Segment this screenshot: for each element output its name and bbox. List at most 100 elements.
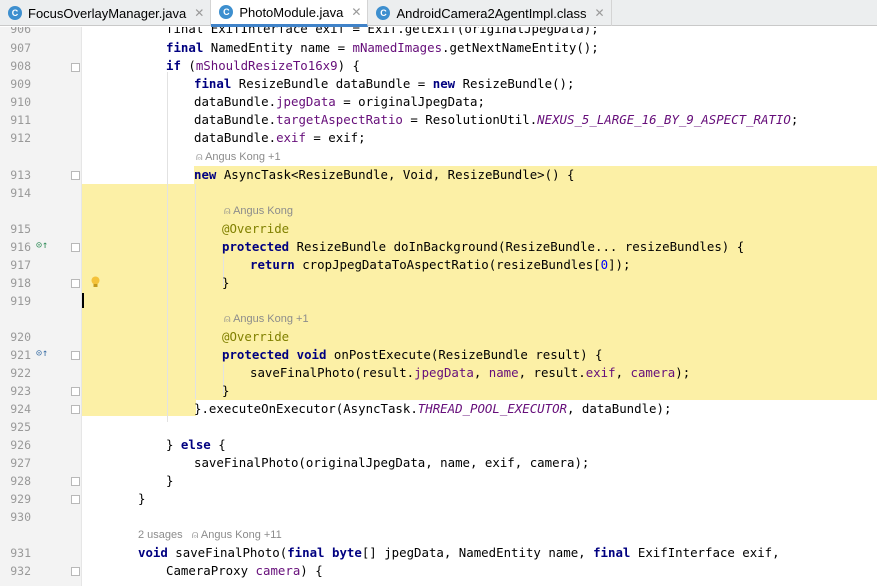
line-number[interactable]: 930 <box>0 508 31 526</box>
code-token: camera <box>630 365 676 380</box>
line-number[interactable]: 932 <box>0 562 31 580</box>
code-editor[interactable]: ⍝ Angus Kong +1 ⍝ Angus Kong ⍝ Angus Kon… <box>0 27 877 586</box>
code-line[interactable]: 916 protected ResizeBundle doInBackground… <box>0 238 877 256</box>
code-line[interactable]: 912 dataBundle.exif = exif; <box>0 129 877 147</box>
line-number[interactable]: 926 <box>0 436 31 454</box>
code-token: AsyncTask<ResizeBundle, Void, ResizeBund… <box>216 167 575 182</box>
code-line[interactable]: 924 }.executeOnExecutor(AsyncTask.THREAD_… <box>0 400 877 418</box>
code-line[interactable]: 930 <box>0 508 877 526</box>
author-hint[interactable]: ⍝ Angus Kong <box>224 202 293 220</box>
close-icon[interactable]: ✕ <box>194 6 204 20</box>
code-token: final <box>194 76 232 91</box>
author-hint[interactable]: ⍝ Angus Kong +1 <box>224 310 309 328</box>
code-line[interactable]: 929} <box>0 490 877 508</box>
line-number[interactable]: 912 <box>0 129 31 147</box>
author-hint[interactable]: ⍝ Angus Kong +1 <box>196 148 281 166</box>
author-hint-text: Angus Kong +1 <box>233 313 309 325</box>
code-line[interactable]: 927 saveFinalPhoto(originalJpegData, name… <box>0 454 877 472</box>
line-number[interactable]: 921 <box>0 346 31 364</box>
code-token: ResizeBundle doInBackground(ResizeBundle… <box>289 239 745 254</box>
line-number[interactable]: 929 <box>0 490 31 508</box>
line-number[interactable]: 907 <box>0 39 31 57</box>
code-token: ]); <box>608 257 631 272</box>
tab-focus-overlay-manager[interactable]: C FocusOverlayManager.java ✕ <box>0 0 212 26</box>
code-line[interactable]: 926} else { <box>0 436 877 454</box>
line-number[interactable]: 931 <box>0 544 31 562</box>
line-number[interactable]: 910 <box>0 93 31 111</box>
code-line[interactable]: 906 final ExifInterface exif = Exif.getEx… <box>0 27 877 38</box>
line-number[interactable]: 906 <box>0 27 31 38</box>
code-line[interactable]: 921 protected void onPostExecute(ResizeBu… <box>0 346 877 364</box>
line-number[interactable]: 916 <box>0 238 31 256</box>
code-text: protected ResizeBundle doInBackground(Re… <box>222 238 744 256</box>
code-line[interactable]: 920 @Override <box>0 328 877 346</box>
code-line[interactable]: 917 return cropJpegDataToAspectRatio(resi… <box>0 256 877 274</box>
line-number[interactable]: 909 <box>0 75 31 93</box>
line-number[interactable]: 914 <box>0 184 31 202</box>
code-token: jpegData <box>276 94 336 109</box>
code-token: [] jpegData, NamedEntity name, <box>361 545 594 560</box>
code-token: else <box>180 437 211 452</box>
code-line[interactable]: 918} <box>0 274 877 292</box>
code-line[interactable]: 913 new AsyncTask<ResizeBundle, Void, Res… <box>0 166 877 184</box>
code-text: final ResizeBundle dataBundle = new Resi… <box>194 75 574 93</box>
code-token: void <box>138 545 168 560</box>
code-token: void <box>296 347 327 362</box>
usages-hint[interactable]: 2 usages ⍝ Angus Kong +11 <box>138 526 282 544</box>
line-number[interactable]: 924 <box>0 400 31 418</box>
code-line[interactable]: 911 dataBundle.targetAspectRatio = Resolu… <box>0 111 877 129</box>
line-number[interactable]: 917 <box>0 256 31 274</box>
close-icon[interactable]: ✕ <box>351 5 361 19</box>
code-line[interactable]: 925 <box>0 418 877 436</box>
code-text: @Override <box>222 220 289 238</box>
code-text: if (mShouldResizeTo16x9) { <box>166 57 360 75</box>
line-number[interactable]: 920 <box>0 328 31 346</box>
code-token: final <box>593 545 631 560</box>
code-text: new AsyncTask<ResizeBundle, Void, Resize… <box>194 166 574 184</box>
code-token: new <box>432 76 456 91</box>
line-number[interactable]: 928 <box>0 472 31 490</box>
tab-label: FocusOverlayManager.java <box>28 5 187 21</box>
line-number[interactable]: 915 <box>0 220 31 238</box>
code-token: onPostExecute(ResizeBundle result) { <box>326 347 603 362</box>
code-line[interactable]: 923} <box>0 382 877 400</box>
code-token: ResizeBundle(); <box>455 76 575 91</box>
code-line[interactable]: 908 if (mShouldResizeTo16x9) { <box>0 57 877 75</box>
line-number[interactable]: 927 <box>0 454 31 472</box>
code-line[interactable]: 914 <box>0 184 877 202</box>
code-line[interactable]: 915 @Override <box>0 220 877 238</box>
code-text: saveFinalPhoto(result.jpegData, name, re… <box>250 364 690 382</box>
line-number[interactable]: 922 <box>0 364 31 382</box>
user-icon: ⍝ <box>224 205 234 217</box>
code-text: dataBundle.exif = exif; <box>194 129 366 147</box>
code-text: final ExifInterface exif = Exif.getExif(… <box>166 27 599 36</box>
code-line[interactable]: 931 void saveFinalPhoto(final byte[] jpeg… <box>0 544 877 562</box>
line-number[interactable]: 918 <box>0 274 31 292</box>
code-line[interactable]: 919 <box>0 292 877 310</box>
code-token: mNamedImages <box>352 40 443 55</box>
author-hint-text: Angus Kong <box>233 205 293 217</box>
line-number[interactable]: 911 <box>0 111 31 129</box>
code-line[interactable]: 909 final ResizeBundle dataBundle = new R… <box>0 75 877 93</box>
close-icon[interactable]: ✕ <box>595 6 605 20</box>
code-token: if <box>166 58 181 73</box>
code-text: } <box>166 472 173 490</box>
line-number[interactable]: 908 <box>0 57 31 75</box>
code-line[interactable]: 910 dataBundle.jpegData = originalJpegDat… <box>0 93 877 111</box>
code-text: }.executeOnExecutor(AsyncTask.THREAD_POO… <box>194 400 671 418</box>
code-line[interactable]: 907 final NamedEntity name = mNamedImages… <box>0 39 877 57</box>
code-line[interactable]: 932 CameraProxy camera) { <box>0 562 877 580</box>
tab-photo-module[interactable]: C PhotoModule.java ✕ <box>211 0 369 27</box>
line-number[interactable]: 913 <box>0 166 31 184</box>
code-token: = originalJpegData; <box>335 94 485 109</box>
line-number[interactable]: 919 <box>0 292 31 310</box>
user-icon: ⍝ <box>196 151 206 163</box>
code-text: @Override <box>222 328 289 346</box>
code-token: .getNextNameEntity(); <box>442 40 599 55</box>
code-text: } <box>222 274 229 292</box>
line-number[interactable]: 925 <box>0 418 31 436</box>
tab-android-camera2-agent-impl[interactable]: C AndroidCamera2AgentImpl.class ✕ <box>368 0 612 26</box>
code-line[interactable]: 922 saveFinalPhoto(result.jpegData, name,… <box>0 364 877 382</box>
line-number[interactable]: 923 <box>0 382 31 400</box>
code-line[interactable]: 928} <box>0 472 877 490</box>
